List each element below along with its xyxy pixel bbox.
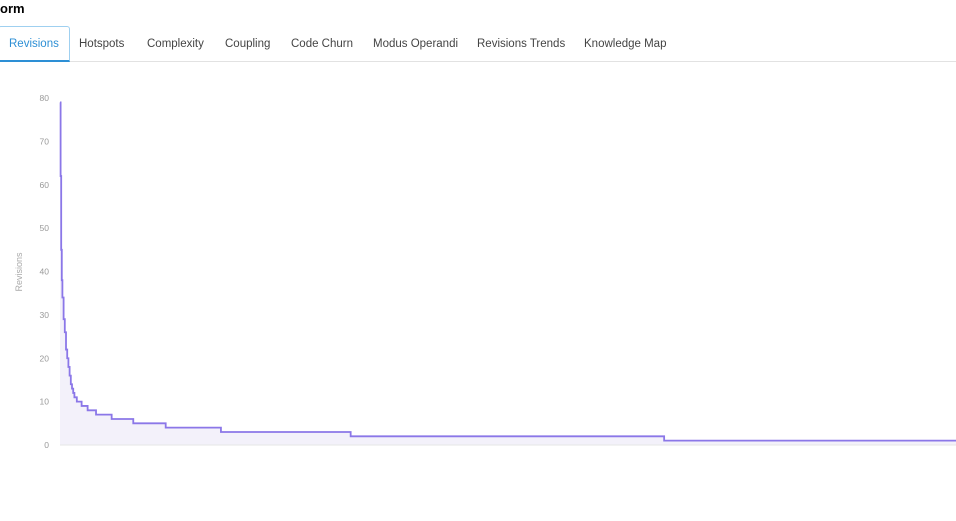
tab-coupling[interactable]: Coupling (225, 27, 270, 61)
y-tick-label: 80 (40, 93, 50, 103)
y-axis-label: Revisions (14, 252, 24, 292)
tab-knowledge-map[interactable]: Knowledge Map (584, 27, 666, 61)
revisions-chart: 0 10 20 30 40 50 60 70 80 Revisions (14, 93, 956, 450)
y-tick-label: 0 (44, 440, 49, 450)
tab-modus-operandi[interactable]: Modus Operandi (373, 27, 458, 61)
tab-code-churn[interactable]: Code Churn (291, 27, 353, 61)
y-tick-label: 40 (40, 267, 50, 277)
y-tick-label: 20 (40, 353, 50, 363)
y-tick-label: 60 (40, 180, 50, 190)
y-tick-label: 70 (40, 136, 50, 146)
y-axis: 0 10 20 30 40 50 60 70 80 (40, 93, 50, 450)
tab-hotspots[interactable]: Hotspots (79, 27, 124, 61)
series-line (59, 101, 956, 442)
y-tick-label: 30 (40, 310, 50, 320)
page-title: orm (0, 1, 25, 16)
y-tick-label: 50 (40, 223, 50, 233)
y-tick-label: 10 (40, 397, 50, 407)
series-area (60, 102, 956, 445)
tab-revisions-trends[interactable]: Revisions Trends (477, 27, 565, 61)
tab-revisions[interactable]: Revisions (0, 26, 70, 62)
tab-bar: Revisions Hotspots Complexity Coupling C… (0, 26, 956, 62)
tab-complexity[interactable]: Complexity (147, 27, 204, 61)
